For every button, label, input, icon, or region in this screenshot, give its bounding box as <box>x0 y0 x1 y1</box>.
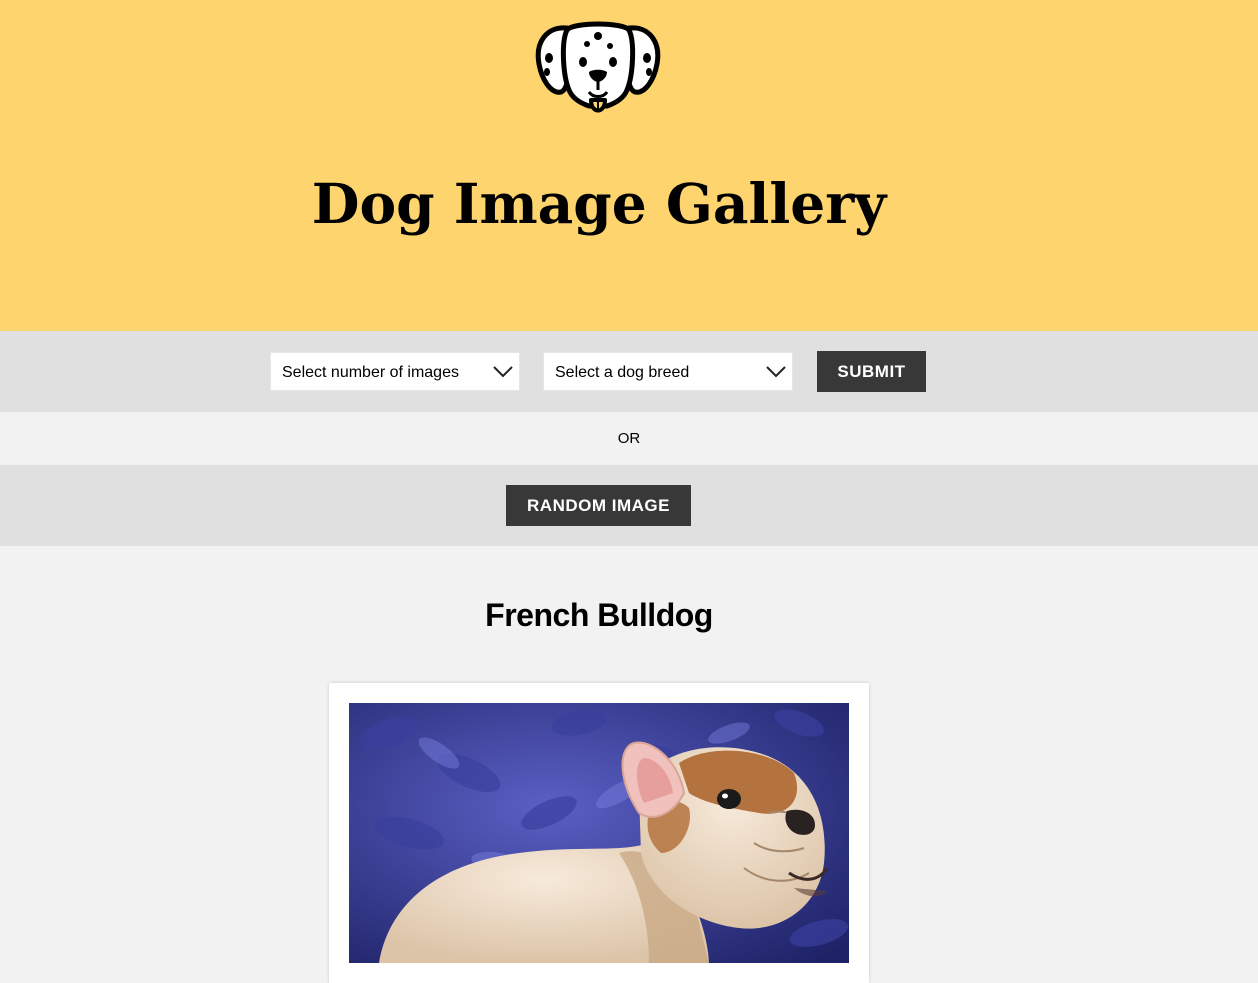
dog-breed-select[interactable]: Select a dog breed <box>543 352 793 391</box>
dog-image-card <box>329 683 869 983</box>
random-image-bar: RANDOM IMAGE <box>0 465 1258 546</box>
random-image-button[interactable]: RANDOM IMAGE <box>506 485 691 526</box>
page-header: Dog Image Gallery <box>0 0 1258 331</box>
dalmatian-logo-icon <box>533 18 663 122</box>
breed-form-bar: Select number of images Select a dog bre… <box>0 331 1258 412</box>
number-of-images-select[interactable]: Select number of images <box>270 352 520 391</box>
dog-breed-select-value: Select a dog breed <box>555 364 690 381</box>
chevron-down-icon <box>493 366 513 378</box>
chevron-down-icon <box>766 366 786 378</box>
breed-heading: French Bulldog <box>485 597 713 633</box>
or-divider-text: OR <box>0 412 1258 465</box>
number-of-images-select-value: Select number of images <box>282 364 459 381</box>
submit-button[interactable]: SUBMIT <box>817 351 926 392</box>
page-title: Dog Image Gallery <box>311 171 887 236</box>
dog-photo[interactable] <box>349 703 849 963</box>
